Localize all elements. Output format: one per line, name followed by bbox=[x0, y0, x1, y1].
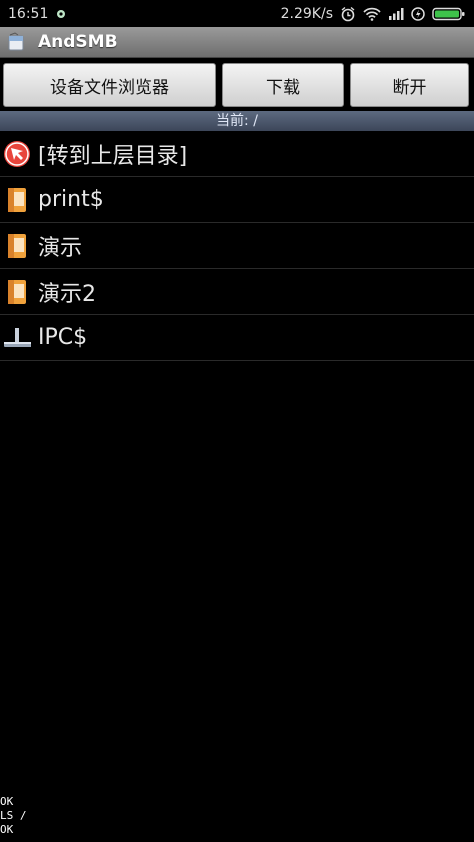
app-title: AndSMB bbox=[38, 32, 118, 52]
folder-share-icon bbox=[3, 278, 31, 306]
list-item[interactable]: IPC$ bbox=[0, 315, 474, 361]
current-path-bar: 当前: / bbox=[0, 111, 474, 131]
alarm-icon bbox=[340, 6, 356, 22]
app-title-bar: AndSMB bbox=[0, 27, 474, 58]
device-file-browser-button[interactable]: 设备文件浏览器 bbox=[3, 63, 216, 107]
folder-share-icon bbox=[3, 186, 31, 214]
list-item-label: print$ bbox=[38, 187, 104, 212]
log-line: LS / bbox=[0, 809, 27, 822]
list-item[interactable]: [转到上层目录] bbox=[0, 131, 474, 177]
list-item[interactable]: print$ bbox=[0, 177, 474, 223]
charging-icon bbox=[411, 6, 425, 22]
list-item[interactable]: 演示 bbox=[0, 223, 474, 269]
list-item[interactable]: 演示2 bbox=[0, 269, 474, 315]
status-bar: 16:51 2.29K/s bbox=[0, 0, 474, 27]
app-icon bbox=[6, 32, 26, 52]
download-button[interactable]: 下载 bbox=[222, 63, 344, 107]
up-directory-icon bbox=[3, 140, 31, 168]
clock: 16:51 bbox=[8, 5, 49, 22]
log-line: OK bbox=[0, 823, 14, 836]
wifi-icon bbox=[363, 7, 381, 21]
signal-icon bbox=[388, 7, 404, 20]
battery-icon bbox=[432, 7, 466, 21]
list-item-label: 演示2 bbox=[38, 281, 96, 307]
log-output: OK LS / OK bbox=[0, 795, 27, 837]
log-line: OK bbox=[0, 795, 14, 808]
list-item-label: IPC$ bbox=[38, 325, 88, 350]
net-speed: 2.29K/s bbox=[280, 5, 333, 22]
folder-share-icon bbox=[3, 232, 31, 260]
notification-dot-icon bbox=[56, 9, 66, 19]
toolbar: 设备文件浏览器 下载 断开 bbox=[0, 58, 474, 111]
list-item-label: [转到上层目录] bbox=[38, 143, 188, 169]
share-list: [转到上层目录] print$ 演示 演示2 IPC$ bbox=[0, 131, 474, 361]
list-item-label: 演示 bbox=[38, 235, 83, 261]
ipc-share-icon bbox=[3, 324, 31, 352]
disconnect-button[interactable]: 断开 bbox=[350, 63, 469, 107]
